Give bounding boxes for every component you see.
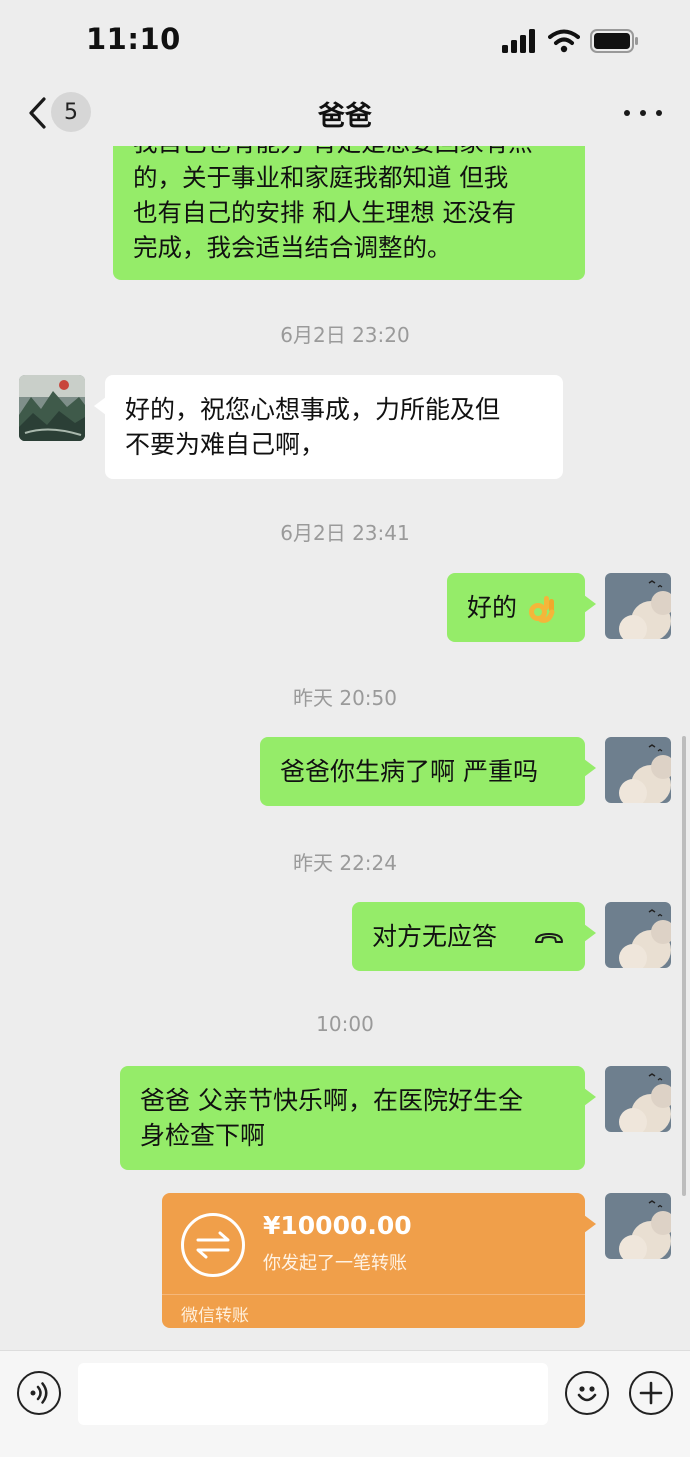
cloud-sky-avatar [605,1066,671,1132]
sent-message-bubble[interactable]: 爸爸你生病了啊 严重吗 [260,737,596,806]
signal-icon [502,29,535,53]
voice-call-bubble[interactable]: 对方无应答 [352,902,596,971]
timestamp: 6月2日 23:41 [280,521,410,545]
my-avatar[interactable] [605,1193,671,1259]
my-avatar[interactable] [605,573,671,639]
hangup-icon [534,933,563,943]
plus-button[interactable] [629,1371,673,1415]
ok-hand-emoji [528,596,555,623]
battery-icon [590,29,638,53]
transfer-card[interactable]: ¥10000.00 你发起了一笔转账 微信转账 [162,1193,596,1328]
transfer-amount: ¥10000.00 [263,1211,412,1240]
wifi-icon [548,29,580,53]
cloud-sky-avatar [605,573,671,639]
sent-message-bubble[interactable]: 好的 [447,573,596,642]
smiley-icon [577,1386,597,1402]
more-icon [624,110,630,116]
sent-message-bubble[interactable]: 爸爸 父亲节快乐啊，在医院好生全 身检查下啊 [120,1066,596,1170]
contact-avatar[interactable] [19,375,85,441]
voice-button[interactable] [17,1371,61,1415]
my-avatar[interactable] [605,737,671,803]
cloud-sky-avatar [605,1193,671,1259]
sent-message-bubble[interactable]: 我自己也有能力 肯定是想要回家有点 的，关于事业和家庭我都知道 但我 也有自己的… [113,146,585,280]
my-avatar[interactable] [605,1066,671,1132]
timestamp: 6月2日 23:20 [280,323,410,347]
input-bar [0,1350,690,1457]
received-message-bubble[interactable]: 好的，祝您心想事成，力所能及但 不要为难自己啊， [94,375,563,479]
chat-scrollbar[interactable] [682,736,686,1196]
chat-title: 爸爸 [318,101,372,132]
transfer-footer: 微信转账 [181,1306,249,1326]
cloud-sky-avatar [605,902,671,968]
timestamp: 昨天 20:50 [293,686,397,710]
emoji-button[interactable] [565,1371,609,1415]
timestamp: 10:00 [316,1012,374,1036]
message-input[interactable] [78,1363,548,1425]
status-time: 11:10 [86,22,181,56]
more-button[interactable] [624,96,662,130]
chat-message-list[interactable]: 我自己也有能力 肯定是想要回家有点 的，关于事业和家庭我都知道 但我 也有自己的… [0,146,690,1350]
plus-icon [639,1381,663,1405]
my-avatar[interactable] [605,902,671,968]
voice-icon [30,1382,48,1404]
divider [162,1294,585,1295]
nav-bar: 5 爸爸 [0,80,690,146]
status-bar: 11:10 [0,0,690,80]
transfer-arrows-icon [181,1213,245,1277]
transfer-description: 你发起了一笔转账 [263,1253,407,1274]
timestamp: 昨天 22:24 [293,851,397,875]
cloud-sky-avatar [605,737,671,803]
landscape-painting-avatar [19,375,85,441]
